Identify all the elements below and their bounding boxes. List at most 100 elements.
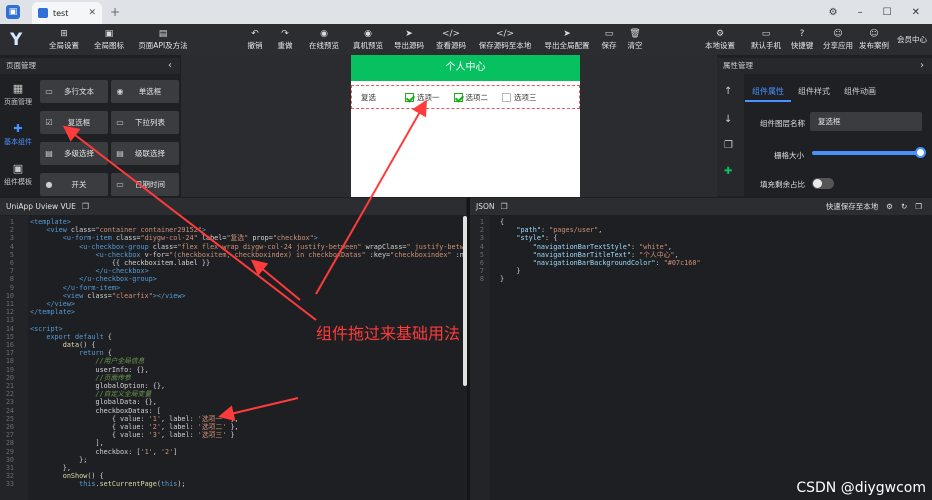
code-text: }	[500, 275, 505, 284]
component-textarea[interactable]: ▭ 多行文本	[40, 80, 108, 103]
code-text: //页面传参	[95, 373, 131, 382]
expand-icon[interactable]: ›	[920, 58, 924, 74]
property-tabs: 组件属性 组件样式 组件动画	[745, 82, 932, 102]
page-api-button[interactable]: ▤ 页面API及方法	[132, 24, 194, 55]
code-text: userInfo: {},	[30, 365, 149, 374]
component-label: 下拉列表	[135, 118, 165, 127]
redo-icon: ↷	[281, 28, 289, 39]
code-text: }	[500, 267, 521, 276]
component-icon[interactable]: ✚	[724, 166, 732, 177]
device-preview-button[interactable]: ◉ 真机预览	[348, 24, 388, 55]
member-center-button[interactable]: 会员中心	[892, 24, 932, 55]
toolbar-label: 保存源码至本地	[478, 40, 532, 50]
component-datetime[interactable]: ▭ 日期时间	[111, 173, 179, 196]
code-text: {{ checkboxitem.label }}	[30, 259, 211, 267]
clear-button[interactable]: 🗑 清空	[622, 24, 648, 55]
checkbox-option-3[interactable]: 选项三	[502, 92, 537, 103]
global-icons-button[interactable]: ▣ 全局图标	[86, 24, 132, 55]
code-text: "navigationBarTitleText": "个人中心",	[532, 250, 679, 259]
phone-icon: ▭	[761, 28, 771, 39]
new-tab-button[interactable]: +	[110, 5, 120, 19]
checkbox-form-item[interactable]: 复选 选项一 选项二 选项三	[351, 85, 580, 109]
left-rail: ▦ 页面管理 ✚ 基本组件 ▣ 组件模板	[0, 74, 36, 196]
view-source-button[interactable]: </> 查看源码	[430, 24, 472, 55]
component-switch[interactable]: ● 开关	[40, 173, 108, 196]
code-text: //用户全局信息	[95, 357, 145, 366]
radio-icon: ◉	[116, 87, 124, 96]
vue-code-editor[interactable]: 1 <template> 2 <view class="container cont…	[0, 216, 463, 500]
collapse-icon[interactable]: ‹	[168, 58, 172, 74]
rail-item-components[interactable]: ✚ 基本组件	[0, 114, 36, 154]
component-radio[interactable]: ◉ 单选框	[111, 80, 179, 103]
minimize-button[interactable]: –	[858, 7, 863, 18]
refresh-icon[interactable]: ↻	[901, 198, 907, 215]
shortcuts-button[interactable]: ? 快捷键	[784, 24, 820, 55]
copy-icon[interactable]: ❐	[724, 140, 733, 151]
grid-size-slider[interactable]	[812, 147, 926, 158]
toolbar-label: 清空	[627, 40, 643, 50]
app-logo: Y	[10, 29, 23, 50]
tab-component-props[interactable]: 组件属性	[745, 82, 791, 102]
component-select[interactable]: ▭ 下拉列表	[111, 111, 179, 134]
textarea-icon: ▭	[45, 87, 53, 96]
copy-icon[interactable]: ❐	[915, 198, 922, 215]
checkbox-option-2[interactable]: 选项二	[453, 92, 488, 103]
publish-case-button[interactable]: ☺ 发布案例	[856, 24, 892, 55]
eye-icon: ◉	[320, 28, 328, 39]
redo-button[interactable]: ↷ 重做	[270, 24, 300, 55]
export-global-config-button[interactable]: ➤ 导出全局配置	[538, 24, 596, 55]
gear-icon: ⚙	[715, 28, 725, 39]
component-label: 开关	[71, 180, 87, 189]
toolbar-label: 全局设置	[49, 40, 79, 50]
maximize-button[interactable]: ☐	[883, 7, 892, 18]
code-text: data() {	[62, 341, 96, 349]
global-settings-button[interactable]: ⊞ 全局设置	[42, 24, 86, 55]
copy-icon[interactable]: ❐	[501, 198, 508, 215]
toolbar-label: 全局图标	[94, 40, 124, 50]
move-down-icon[interactable]: ↓	[724, 114, 732, 125]
component-checkbox[interactable]: ☑ 复选框	[40, 111, 108, 134]
save-button[interactable]: ▭ 保存	[596, 24, 622, 55]
fill-remaining-toggle[interactable]	[812, 178, 834, 189]
export-source-button[interactable]: ➤ 导出源码	[388, 24, 430, 55]
multi-select-icon: ▤	[45, 149, 53, 158]
tab-component-animation[interactable]: 组件动画	[837, 82, 883, 102]
code-text: { value: '3', label: '选项三' }	[30, 431, 235, 440]
layer-name-input[interactable]: 复选框	[810, 112, 922, 131]
close-button[interactable]: ✕	[912, 7, 920, 18]
slider-handle[interactable]	[915, 147, 926, 158]
code-text: globalOption: {},	[30, 382, 166, 390]
layer-name-label: 组件图层名称	[760, 119, 805, 128]
panel-title: 页面管理	[6, 61, 36, 70]
online-preview-button[interactable]: ◉ 在线预览	[300, 24, 348, 55]
code-icon: </>	[441, 28, 461, 39]
tab-close-icon[interactable]: ✕	[88, 8, 96, 18]
browser-logo: ▣	[6, 5, 20, 19]
move-up-icon[interactable]: ↑	[724, 86, 732, 97]
copy-icon[interactable]: ❐	[82, 198, 89, 215]
quick-save-button[interactable]: 快速保存至本地	[826, 198, 879, 215]
code-text: onShow() {	[62, 472, 104, 481]
rail-item-templates[interactable]: ▣ 组件模板	[0, 154, 36, 194]
undo-button[interactable]: ↶ 撤销	[240, 24, 270, 55]
tab-component-style[interactable]: 组件样式	[791, 82, 837, 102]
toolbar-label: 重做	[277, 40, 293, 50]
rail-item-pages[interactable]: ▦ 页面管理	[0, 74, 36, 114]
checkbox-option-1[interactable]: 选项一	[405, 92, 440, 103]
settings-icon[interactable]: ⚙	[886, 198, 893, 215]
component-cascader[interactable]: ▤ 级联选择	[111, 142, 179, 165]
save-source-local-button[interactable]: </> 保存源码至本地	[472, 24, 538, 55]
toolbar-label: 导出源码	[394, 40, 424, 50]
component-multi-select[interactable]: ▤ 多级选择	[40, 142, 108, 165]
local-settings-button[interactable]: ⚙ 本地设置	[700, 24, 740, 55]
json-code-editor[interactable]: 1{2 "path": "pages/user", 3 "style": {4 "…	[470, 216, 932, 500]
settings-icon[interactable]: ⚙	[829, 7, 838, 18]
code-text: {	[500, 218, 505, 226]
code-text: checkbox: ['1', '2']	[30, 447, 178, 456]
component-label: 日期时间	[135, 180, 165, 189]
component-label: 单选框	[138, 87, 162, 96]
share-app-button[interactable]: ☺ 分享应用	[820, 24, 856, 55]
default-phone-button[interactable]: ▭ 默认手机	[748, 24, 784, 55]
main-toolbar: Y ⊞ 全局设置 ▣ 全局图标 ▤ 页面API及方法 ↶ 撤销 ↷ 重做 ◉ 在线预览 ◉ 真…	[0, 24, 932, 55]
browser-tab[interactable]: test ✕	[32, 2, 102, 24]
